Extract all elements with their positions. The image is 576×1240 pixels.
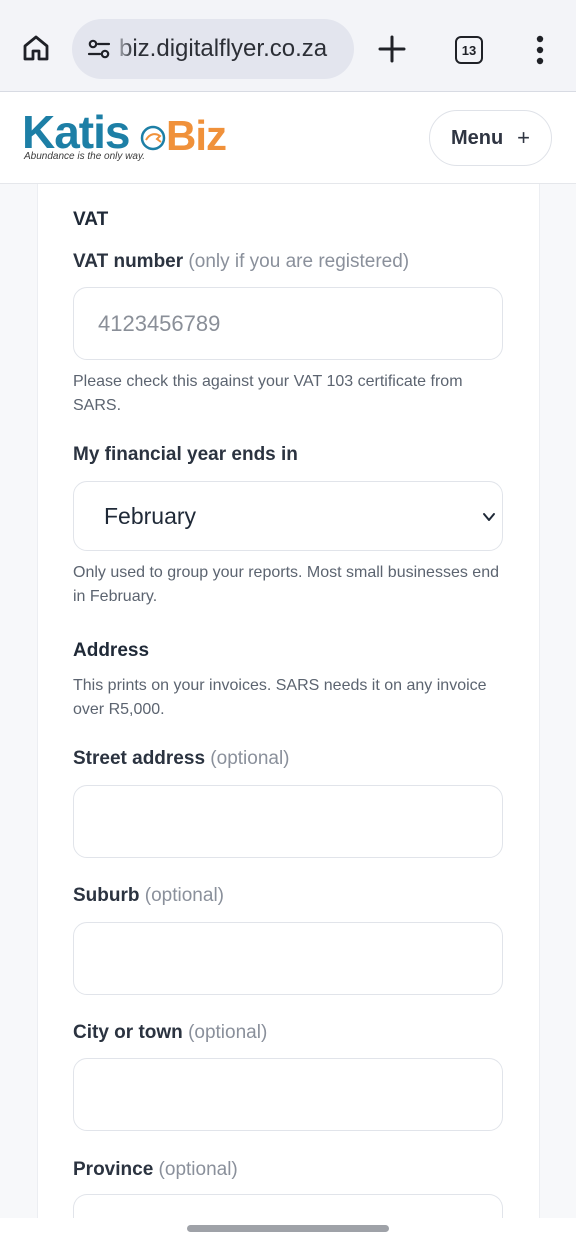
site-logo[interactable]: Katis Biz Abundance is the only way. xyxy=(22,109,242,171)
financial-year-value: February xyxy=(104,503,197,529)
address-help-text: This prints on your invoices. SARS needs… xyxy=(73,677,487,718)
financial-year-select[interactable]: February xyxy=(73,481,503,551)
site-settings-icon[interactable] xyxy=(85,35,113,63)
province-label: Province (optional) xyxy=(73,1159,238,1181)
tab-switcher-button[interactable]: 13 xyxy=(455,36,483,64)
suburb-label-text: Suburb xyxy=(73,885,140,906)
province-optional-note: (optional) xyxy=(158,1159,238,1180)
city-field[interactable] xyxy=(73,1058,503,1131)
street-address-optional-note: (optional) xyxy=(210,748,290,769)
more-options-icon[interactable] xyxy=(528,34,552,66)
browser-toolbar: biz.digitalflyer.co.za 13 xyxy=(0,0,576,92)
logo-tagline: Abundance is the only way. xyxy=(24,151,146,162)
home-icon[interactable] xyxy=(20,32,52,64)
chevron-down-icon xyxy=(483,513,495,521)
address-section-heading: Address xyxy=(73,640,150,661)
menu-button[interactable]: Menu + xyxy=(429,110,552,166)
logo-secondary-text: Biz xyxy=(166,112,227,159)
menu-label: Menu xyxy=(450,126,504,149)
url-fade xyxy=(110,19,134,79)
plus-icon: + xyxy=(517,125,531,150)
city-label: City or town (optional) xyxy=(73,1022,267,1044)
street-address-field[interactable] xyxy=(73,785,503,858)
financial-year-help-text: Only used to group your reports. Most sm… xyxy=(73,564,499,605)
suburb-label: Suburb (optional) xyxy=(73,885,224,907)
address-bar[interactable]: biz.digitalflyer.co.za xyxy=(72,19,354,79)
city-label-text: City or town xyxy=(73,1022,183,1043)
city-input[interactable] xyxy=(74,1059,502,1130)
vat-section-heading: VAT xyxy=(73,209,109,230)
vat-help-text: Please check this against your VAT 103 c… xyxy=(73,373,463,414)
vat-number-field[interactable] xyxy=(73,287,503,360)
street-address-input[interactable] xyxy=(74,786,502,857)
tab-count: 13 xyxy=(461,42,477,58)
globe-icon xyxy=(140,125,166,151)
province-label-text: Province xyxy=(73,1159,154,1180)
vat-number-optional-note: (only if you are registered) xyxy=(188,251,410,272)
suburb-input[interactable] xyxy=(74,923,502,994)
vat-number-input[interactable] xyxy=(74,288,502,359)
street-address-label: Street address (optional) xyxy=(73,748,290,770)
logo-primary-text: Katis xyxy=(22,106,130,158)
financial-year-label: My financial year ends in xyxy=(73,444,298,465)
url-text[interactable]: biz.digitalflyer.co.za xyxy=(119,35,327,63)
suburb-optional-note: (optional) xyxy=(144,885,224,906)
vat-number-label: VAT number (only if you are registered) xyxy=(73,251,409,273)
street-address-label-text: Street address xyxy=(73,748,206,769)
suburb-field[interactable] xyxy=(73,922,503,995)
city-optional-note: (optional) xyxy=(188,1022,268,1043)
plus-icon[interactable] xyxy=(376,33,408,65)
vat-number-label-text: VAT number xyxy=(73,251,184,272)
gesture-handle[interactable] xyxy=(187,1225,389,1232)
